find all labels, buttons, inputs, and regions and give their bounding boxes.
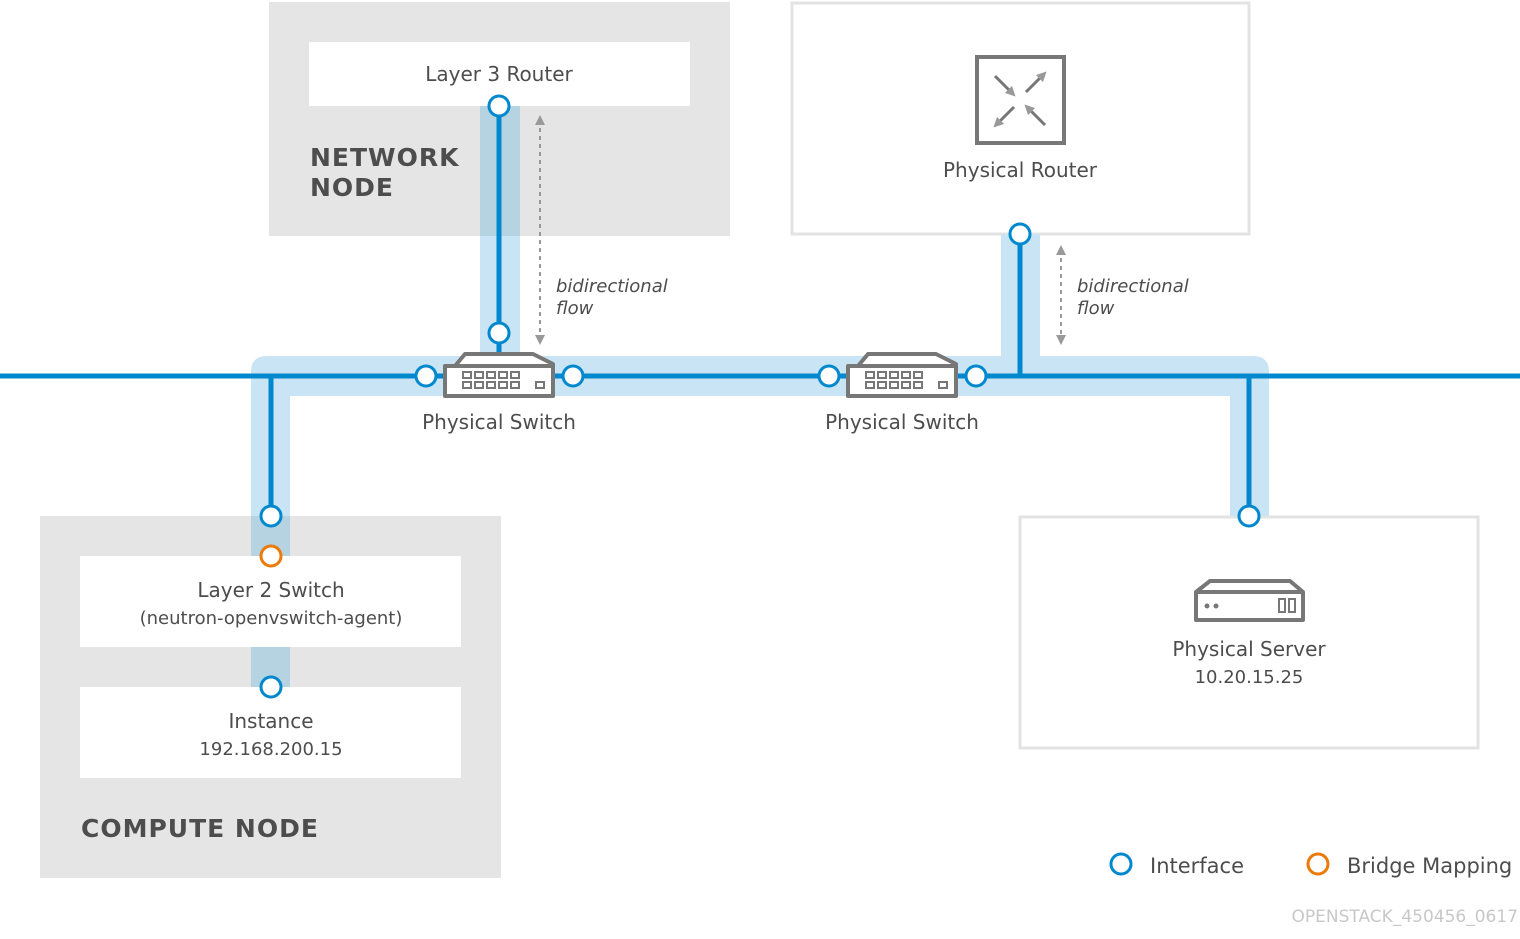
interface-icon	[487, 94, 511, 118]
physical-router-label: Physical Router	[943, 158, 1098, 182]
compute-node-title: COMPUTE NODE	[81, 814, 319, 843]
legend-bridge-mapping-label: Bridge Mapping	[1347, 854, 1512, 878]
interface-icon	[964, 364, 988, 388]
flow-label-1b: flow	[556, 298, 594, 319]
interface-icon	[817, 364, 841, 388]
legend-interface-icon	[1109, 852, 1133, 876]
switch-icon	[443, 352, 555, 398]
instance-label: Instance	[228, 709, 313, 733]
interface-icon	[259, 675, 283, 699]
flow-label-2a: bidirectional	[1077, 276, 1189, 297]
legend-bridge-mapping-icon	[1306, 852, 1330, 876]
interface-icon	[259, 504, 283, 528]
interface-icon	[414, 364, 438, 388]
legend-interface-label: Interface	[1150, 854, 1244, 878]
interface-icon	[487, 321, 511, 345]
interface-icon	[1237, 504, 1261, 528]
physical-router-box	[790, 1, 1251, 236]
physical-server-box	[1018, 515, 1480, 750]
interface-icon	[1008, 222, 1032, 246]
switch-icon	[846, 352, 958, 398]
layer3-router-label: Layer 3 Router	[425, 62, 573, 86]
network-diagram: Layer 3 Router NETWORK NODE Physical Rou…	[0, 1, 1520, 927]
instance-ip: 192.168.200.15	[199, 739, 342, 760]
network-lines	[0, 106, 1520, 516]
layer2-switch-sublabel: (neutron-openvswitch-agent)	[140, 608, 403, 629]
network-node-title-2: NODE	[310, 173, 394, 202]
flow-label-2b: flow	[1077, 298, 1115, 319]
physical-switch-label-2: Physical Switch	[825, 410, 979, 434]
physical-switch-label-1: Physical Switch	[422, 410, 576, 434]
interface-icon	[561, 364, 585, 388]
flow-label-1a: bidirectional	[556, 276, 668, 297]
layer2-switch-label: Layer 2 Switch	[197, 578, 344, 602]
physical-server-ip: 10.20.15.25	[1195, 667, 1304, 688]
bridge-mapping-icon	[259, 544, 283, 568]
network-node-title-1: NETWORK	[310, 143, 460, 172]
physical-server-label: Physical Server	[1172, 637, 1326, 661]
watermark: OPENSTACK_450456_0617	[1292, 907, 1518, 927]
